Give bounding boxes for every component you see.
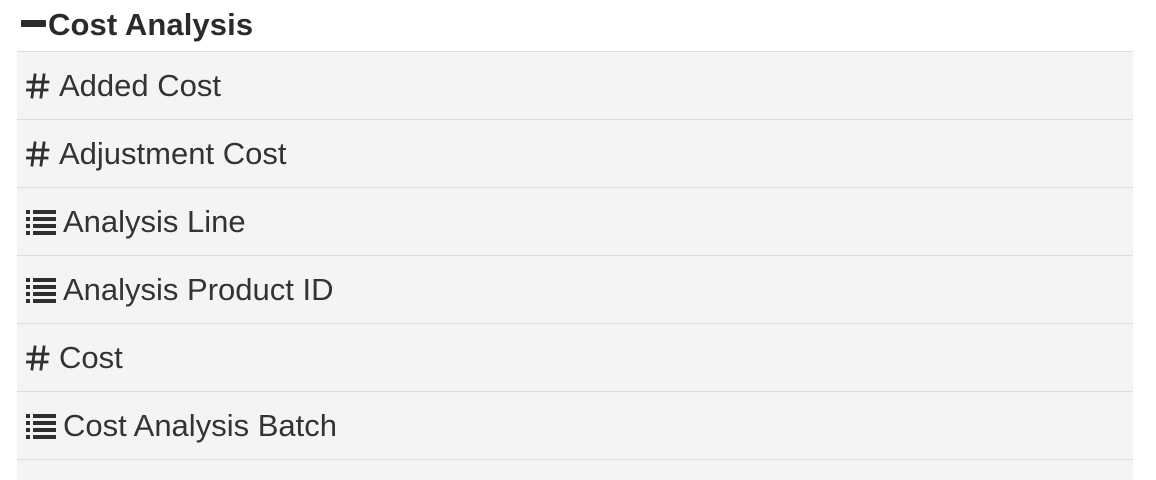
list-icon	[26, 209, 63, 235]
field-item-analysis-product-id[interactable]: Analysis Product ID	[17, 256, 1133, 324]
field-item-next-partial[interactable]	[17, 460, 1133, 480]
field-item-analysis-line[interactable]: Analysis Line	[17, 188, 1133, 256]
field-label: Cost	[59, 339, 123, 375]
field-group-cost-analysis: Cost Analysis Added Cost Adjustment Cost…	[17, 0, 1133, 480]
field-label: Analysis Line	[63, 203, 246, 239]
field-item-added-cost[interactable]: Added Cost	[17, 52, 1133, 120]
field-label: Cost Analysis Batch	[63, 407, 337, 443]
field-list: Added Cost Adjustment Cost Analysis Line…	[17, 51, 1133, 480]
field-label: Analysis Product ID	[63, 271, 334, 307]
field-item-cost-analysis-batch[interactable]: Cost Analysis Batch	[17, 392, 1133, 460]
hash-icon	[26, 344, 59, 372]
hash-icon	[26, 72, 59, 100]
field-item-adjustment-cost[interactable]: Adjustment Cost	[17, 120, 1133, 188]
hash-icon	[26, 140, 59, 168]
group-title: Cost Analysis	[48, 6, 254, 42]
list-icon	[26, 277, 63, 303]
field-label: Added Cost	[59, 67, 221, 103]
list-icon	[26, 413, 63, 439]
field-label: Adjustment Cost	[59, 135, 287, 171]
group-header[interactable]: Cost Analysis	[17, 0, 1133, 51]
minus-icon[interactable]	[21, 20, 46, 27]
field-item-cost[interactable]: Cost	[17, 324, 1133, 392]
